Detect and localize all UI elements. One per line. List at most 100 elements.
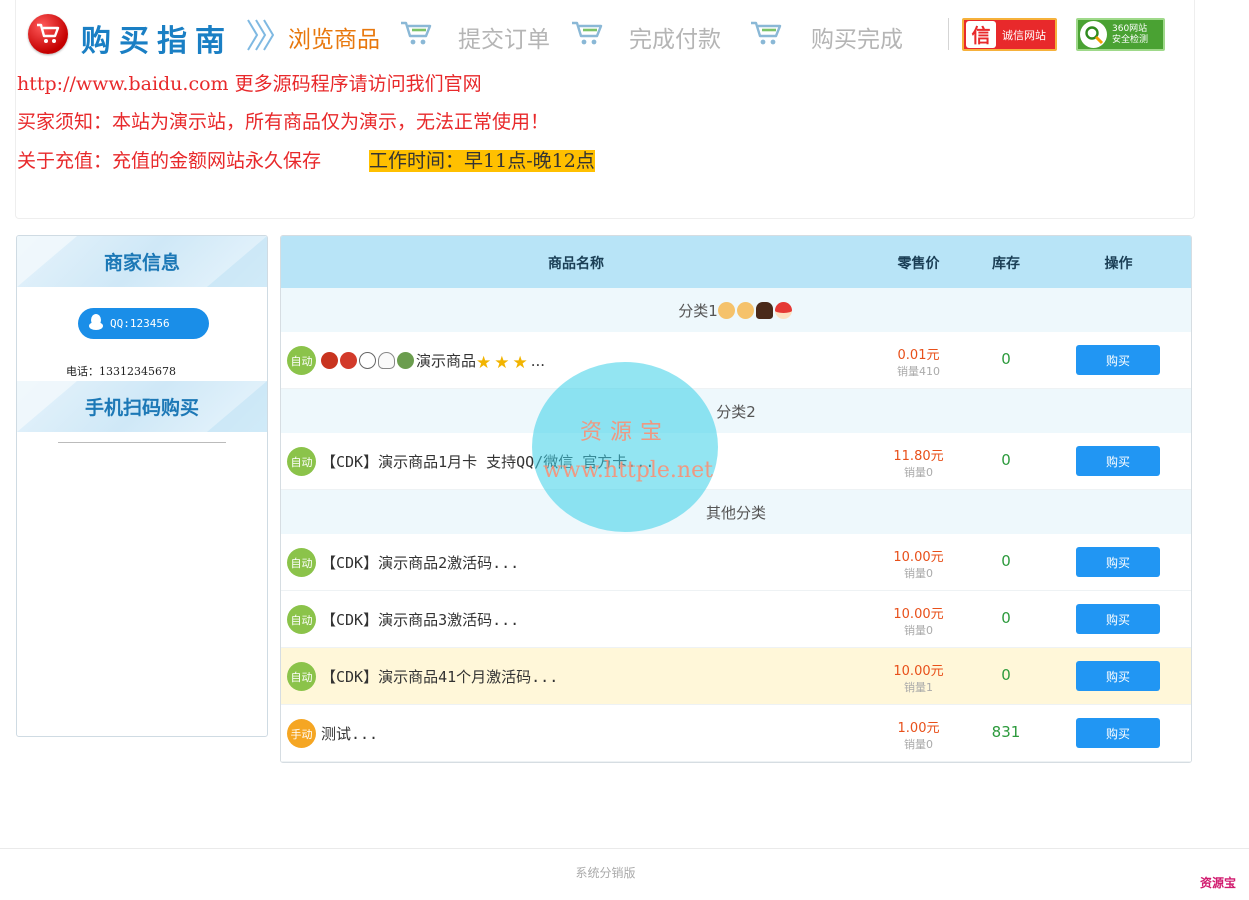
step-purchase-complete: 购买完成 [811,27,903,53]
cart-icon [750,21,782,52]
auto-delivery-badge: 自动 [287,548,316,577]
security-label-line2: 安全检测 [1112,34,1149,45]
sales-count: 销量0 [904,738,933,751]
security-check-badge[interactable]: 360网站 安全检测 [1076,18,1165,51]
table-row: 手动 测试... 1.00元 销量0 831 购买 [281,705,1191,762]
column-header-product-name: 商品名称 [548,256,604,272]
star-icon: ★ [494,353,510,373]
person-emoji-icon [717,301,735,319]
retail-price: 1.00元 [897,721,940,736]
auto-delivery-badge: 自动 [287,447,316,476]
purchase-steps: 购买指南 浏览商品 提交订单 完成付款 购买完成 信 诚信网站 360网站 安全… [28,12,1178,59]
buy-button[interactable]: 购买 [1076,661,1160,691]
auto-delivery-badge: 自动 [287,662,316,691]
notice-panel: 购买指南 浏览商品 提交订单 完成付款 购买完成 信 诚信网站 360网站 安全… [15,0,1195,219]
buy-button[interactable]: 购买 [1076,718,1160,748]
trust-icon: 信 [966,21,996,48]
footer-text: 系统分销版 [575,866,636,880]
merchant-phone: 电话：13312345678 [66,365,176,378]
table-row: 自动 【CDK】演示商品2激活码... 10.00元 销量0 0 购买 [281,534,1191,591]
buy-button[interactable]: 购买 [1076,446,1160,476]
column-header-stock: 库存 [992,256,1020,272]
footer-divider [0,848,1249,849]
trusted-site-label: 诚信网站 [1002,28,1046,42]
corner-watermark: 资源宝 [1200,876,1237,890]
manual-delivery-badge: 手动 [287,719,316,748]
product-name-ellipsis: ... [530,352,546,370]
category-label: 分类2 [716,402,756,421]
chevron-arrows-icon [246,18,275,57]
ghost-emoji-icon [378,352,395,369]
notice-buyer-info: 买家须知：本站为演示站，所有商品仅为演示，无法正常使用！ [17,111,550,133]
step-submit-order: 提交订单 [458,27,550,53]
product-name[interactable]: 【CDK】演示商品2激活码... [321,552,519,573]
cart-icon [400,21,432,52]
security-label-line1: 360网站 [1112,23,1148,34]
star-icon: ★ [512,353,528,373]
merchant-info-title: 商家信息 [103,252,180,274]
product-table: 商品名称 零售价 库存 操作 分类1 自动 演示商品★ ★ ★... 0.01元 销… [280,235,1192,763]
product-name[interactable]: 测试... [321,723,378,744]
sales-count: 销量410 [897,365,940,378]
stock-count: 831 [991,723,1021,741]
table-row: 自动 【CDK】演示商品1月卡 支持QQ/微信 官方卡... 11.80元 销量… [281,433,1191,490]
table-row: 自动 【CDK】演示商品41个月激活码... 10.00元 销量1 0 购买 [281,648,1191,705]
category-row: 分类2 [281,389,1191,433]
buy-button[interactable]: 购买 [1076,345,1160,375]
purchase-guide-title: 购买指南 [81,24,233,59]
qq-contact-label: QQ:123456 [110,317,170,330]
qr-code-placeholder [58,442,226,443]
auto-delivery-badge: 自动 [287,605,316,634]
watermark-circle [532,362,718,532]
stock-count: 0 [1001,552,1011,570]
qq-contact-button[interactable]: QQ:123456 [78,308,209,339]
star-icon: ★ [476,353,492,373]
notice-website: http://www.baidu.com 更多源码程序请访问我们官网 [17,73,482,95]
product-name[interactable]: 演示商品★ ★ ★... [321,350,545,372]
stock-count: 0 [1001,609,1011,627]
buy-button[interactable]: 购买 [1076,604,1160,634]
stock-count: 0 [1001,451,1011,469]
alien-emoji-icon [397,352,414,369]
auto-delivery-badge: 自动 [287,346,316,375]
sales-count: 销量0 [904,567,933,580]
product-name-text: 演示商品 [416,352,477,370]
table-row: 自动 【CDK】演示商品3激活码... 10.00元 销量0 0 购买 [281,591,1191,648]
sales-count: 销量0 [904,624,933,637]
column-header-retail-price: 零售价 [897,256,940,272]
magnifier-shield-icon [1080,21,1107,48]
buy-button[interactable]: 购买 [1076,547,1160,577]
stock-count: 0 [1001,350,1011,368]
devil-emoji-icon [321,352,338,369]
merchant-info-header: 商家信息 [17,236,267,287]
stock-count: 0 [1001,666,1011,684]
product-name[interactable]: 【CDK】演示商品41个月激活码... [321,666,558,687]
category-row: 其他分类 [281,490,1191,534]
step-browse-products: 浏览商品 [288,27,380,53]
ogre-emoji-icon [340,352,357,369]
person-emoji-icon [736,301,754,319]
retail-price: 11.80元 [893,449,944,464]
sales-count: 销量0 [904,466,933,479]
notice-recharge: 关于充值：充值的金额网站永久保存 工作时间：早11点-晚12点 [17,146,595,173]
column-header-action: 操作 [1104,256,1133,272]
merchant-sidebar: 商家信息 QQ:123456 电话：13312345678 手机扫码购买 [16,235,268,737]
category-label: 其他分类 [705,503,766,522]
notice-recharge-text: 关于充值：充值的金额网站永久保存 [17,150,322,172]
divider [948,18,949,50]
shopping-cart-logo-icon [28,14,68,54]
trusted-site-badge[interactable]: 信 诚信网站 [962,18,1057,51]
santa-emoji-icon [774,301,792,319]
category-label: 分类1 [678,301,718,320]
retail-price: 10.00元 [893,550,944,565]
product-name[interactable]: 【CDK】演示商品3激活码... [321,609,519,630]
sales-count: 销量1 [904,681,933,694]
watermark-brand: 资源宝 [579,420,670,445]
table-header: 商品名称 零售价 库存 操作 [281,236,1191,288]
retail-price: 10.00元 [893,607,944,622]
category-row: 分类1 [281,288,1191,332]
cart-icon [571,21,603,52]
mobile-scan-title: 手机扫码购买 [84,397,199,419]
guard-emoji-icon [755,301,773,319]
step-complete-payment: 完成付款 [629,27,721,53]
